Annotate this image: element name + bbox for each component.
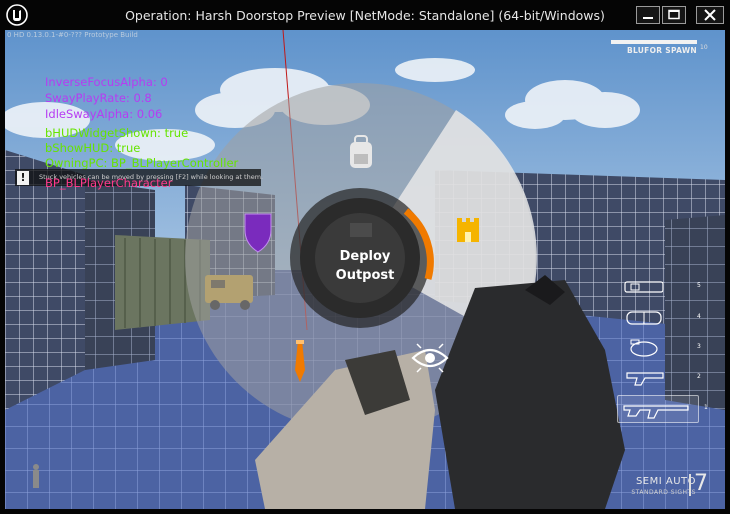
slot-number-2: 2 <box>697 373 701 380</box>
debug-player-character: BP_BLPlayerCharacter <box>45 176 173 190</box>
pistol-icon <box>626 372 664 386</box>
maximize-button[interactable] <box>662 6 686 24</box>
window-title: Operation: Harsh Doorstop Preview [NetMo… <box>125 8 605 23</box>
minimize-icon <box>643 17 653 19</box>
exclamation-icon: ! <box>17 171 29 185</box>
weapon-slot-4[interactable] <box>617 307 675 329</box>
debug-sway-rate: SwayPlayRate: 0.8 <box>45 91 152 105</box>
debug-inverse-focus: InverseFocusAlpha: 0 <box>45 75 168 89</box>
weapon-slot-1[interactable] <box>617 395 699 423</box>
slot-number-5: 5 <box>697 282 701 289</box>
slot-number-1: 1 <box>704 404 708 411</box>
close-button[interactable] <box>696 6 724 24</box>
team-spawn-label: BLUFOR SPAWN <box>626 46 697 55</box>
debug-hud-widget: bHUDWidgetShown: true <box>45 126 189 140</box>
center-label-line1: Deploy <box>339 249 391 264</box>
debug-idle-sway: IdleSwayAlpha: 0.06 <box>45 107 163 121</box>
fire-mode-label: SEMI AUTO <box>635 476 696 487</box>
window-frame-bottom <box>0 509 730 514</box>
ammo-count: 7 <box>694 471 708 496</box>
weapon-slot-5[interactable] <box>617 276 675 298</box>
bandage-icon <box>626 311 662 325</box>
binoculars-icon <box>624 281 664 293</box>
weapon-slot-3[interactable] <box>617 337 675 359</box>
fortification-icon[interactable] <box>457 218 479 242</box>
grenade-icon <box>630 339 658 357</box>
weapon-slot-2[interactable] <box>617 367 675 389</box>
debug-show-hud: bShowHUD: true <box>45 141 141 155</box>
slot-number-3: 3 <box>697 343 701 350</box>
window-frame-right <box>725 30 730 514</box>
deploy-outpost-label[interactable]: Deploy Outpost <box>305 247 425 285</box>
rifle-icon <box>623 405 689 419</box>
sight-mode-label: STANDARD SIGHTS <box>631 489 696 496</box>
maximize-icon <box>668 9 680 20</box>
minimize-button[interactable] <box>636 6 660 24</box>
spawn-progress-bar <box>611 40 697 44</box>
close-icon <box>704 9 716 21</box>
title-bar: Operation: Harsh Doorstop Preview [NetMo… <box>0 0 730 30</box>
fire-mode-display: SEMI AUTO STANDARD SIGHTS <box>610 476 696 498</box>
build-info: 0 HD 0.13.0.1-#0-??? Prototype Build <box>7 31 138 39</box>
window-frame-left <box>0 30 5 514</box>
center-label-line2: Outpost <box>335 268 395 283</box>
game-viewport[interactable]: Deploy Outpost 0 HD 0.13.0.1-#0-??? Prot… <box>5 30 725 509</box>
team-spawn-indicator: BLUFOR SPAWN <box>611 40 697 55</box>
team-spawn-number: 10 <box>700 44 708 51</box>
ammo-separator <box>689 474 691 496</box>
slot-number-4: 4 <box>697 313 701 320</box>
game-window: Operation: Harsh Doorstop Preview [NetMo… <box>0 0 730 514</box>
